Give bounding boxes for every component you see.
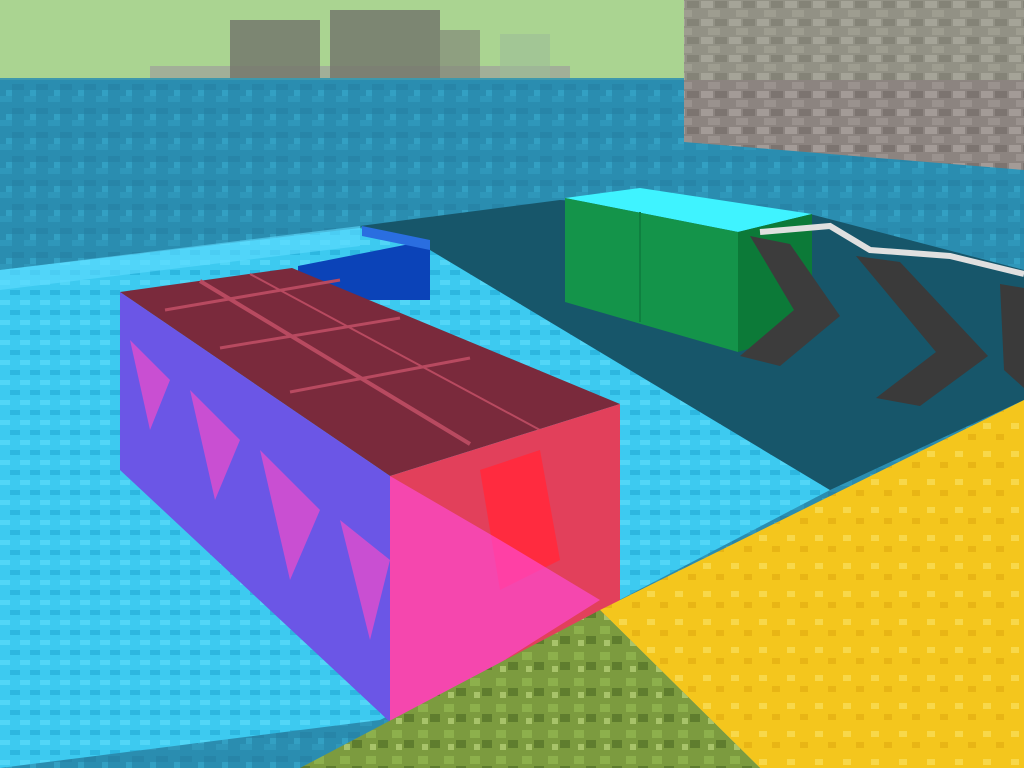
haze	[0, 0, 1024, 80]
game-viewport[interactable]	[0, 0, 1024, 768]
scene-svg	[0, 0, 1024, 768]
